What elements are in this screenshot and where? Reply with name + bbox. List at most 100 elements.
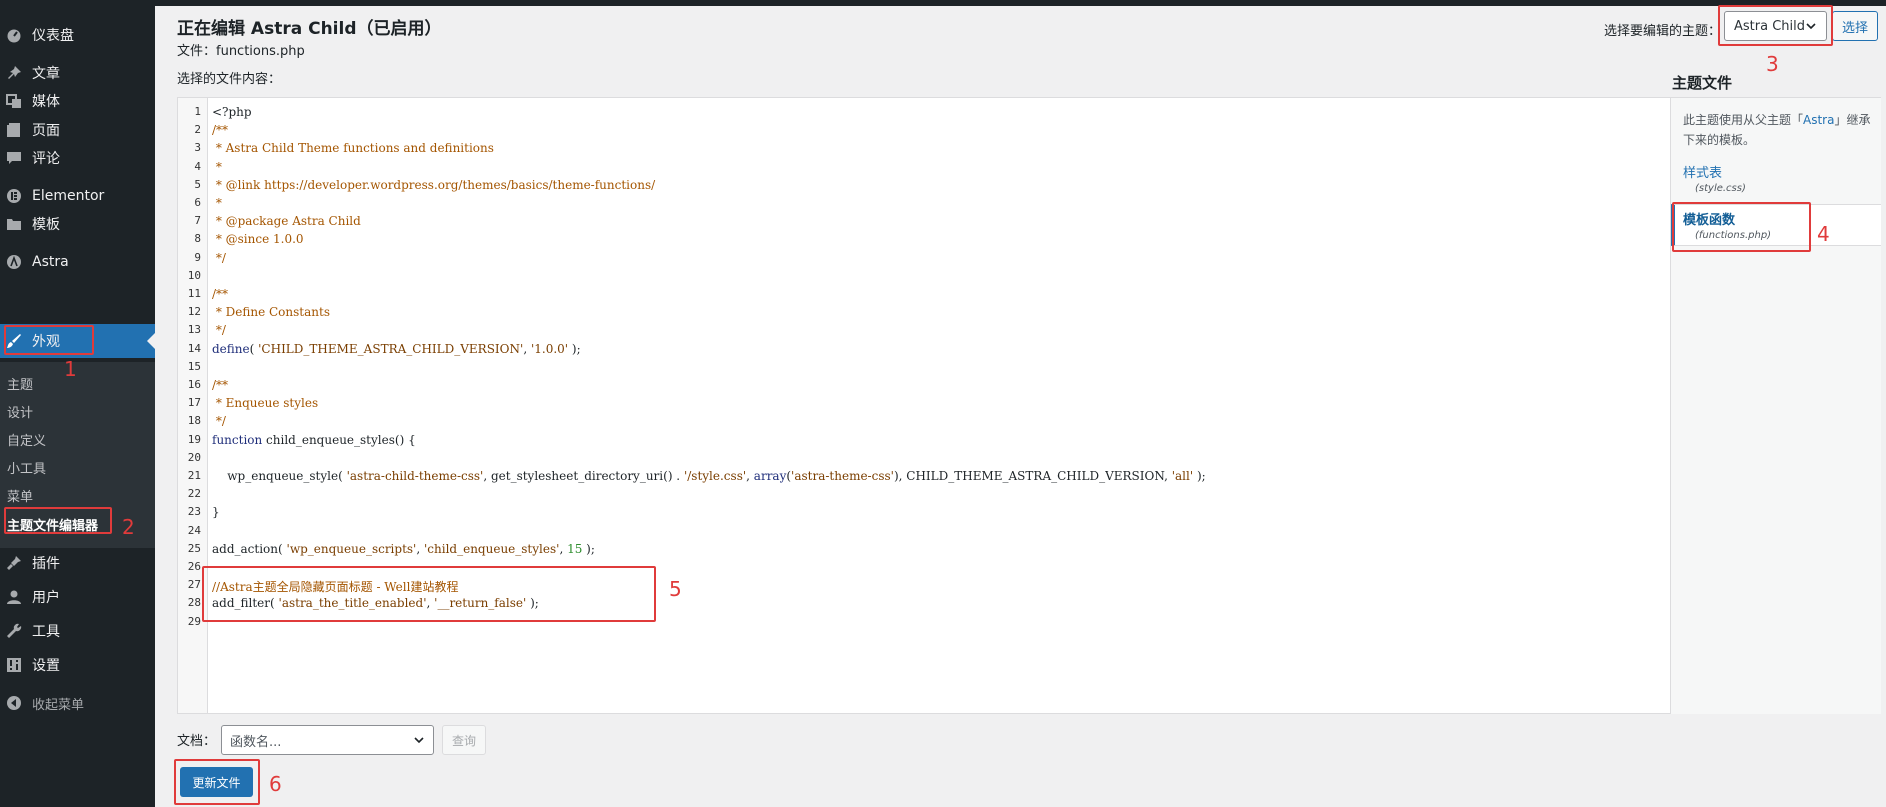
line-number: 18 [187,414,201,428]
submenu-item-design[interactable]: 设计 [7,402,33,421]
code-line[interactable]: } [212,505,220,519]
admin-sidebar: 仪表盘 文章 媒体 页面 评论 Elementor 模板 Astra 外观 主题… [0,6,155,807]
submenu-item-customize[interactable]: 自定义 [7,430,46,449]
collapse-arrow-icon [4,693,24,713]
line-number: 14 [187,341,201,355]
file-stylesheet[interactable]: 样式表 (style.css) [1671,162,1881,200]
annotation-number-3: 3 [1766,52,1779,76]
menu-astra[interactable]: Astra [0,245,155,279]
line-number: 8 [194,232,201,246]
menu-label: Elementor [32,188,105,204]
annotation-box-3 [1718,5,1833,46]
line-number: 20 [187,450,201,464]
desc-prefix: 此主题使用从父主题「 [1683,113,1804,127]
code-line[interactable]: * [212,196,222,210]
line-number: 26 [187,560,201,573]
page-icon [4,120,24,140]
theme-select-label: 选择要编辑的主题： [1604,24,1722,39]
code-line[interactable]: define( 'CHILD_THEME_ASTRA_CHILD_VERSION… [212,342,581,356]
menu-dashboard[interactable]: 仪表盘 [0,18,155,52]
annotation-number-2: 2 [122,515,135,539]
user-icon [4,587,24,607]
menu-users[interactable]: 用户 [0,580,155,614]
code-line[interactable]: * @package Astra Child [212,214,361,228]
code-line[interactable]: function child_enqueue_styles() { [212,433,416,447]
menu-templates[interactable]: 模板 [0,207,155,241]
line-number: 4 [194,159,201,173]
line-number: 11 [187,287,201,300]
annotation-box-4 [1672,202,1811,252]
annotation-number-1: 1 [64,357,77,381]
line-number: 22 [187,487,201,501]
file-path: (style.css) [1695,183,1746,194]
line-number: 10 [187,268,201,282]
menu-label: 页面 [32,123,60,139]
code-line[interactable]: * @link https://developer.wordpress.org/… [212,178,655,192]
line-number: 21 [187,469,201,482]
menu-settings[interactable]: 设置 [0,648,155,682]
media-icon [4,91,24,111]
code-line[interactable]: add_action( 'wp_enqueue_scripts', 'child… [212,542,595,556]
line-number: 16 [187,378,201,391]
annotation-box-1 [4,325,94,355]
annotation-number-4: 4 [1817,222,1830,246]
docs-function-select[interactable]: 函数名... [221,725,434,755]
code-line[interactable]: * @since 1.0.0 [212,232,304,246]
select-theme-button[interactable]: 选择 [1832,11,1878,41]
settings-icon [4,655,24,675]
line-number: 9 [194,250,201,264]
theme-files-panel: 此主题使用从父主题「Astra」继承下来的模板。 样式表 (style.css)… [1671,97,1881,714]
line-number: 27 [187,578,201,592]
elementor-icon [4,186,24,206]
docs-select-value: 函数名... [230,734,282,750]
query-button[interactable]: 查询 [442,725,486,755]
code-line[interactable]: <?php [212,105,252,119]
code-line[interactable]: * Enqueue styles [212,396,318,410]
submenu-item-themes[interactable]: 主题 [7,374,33,393]
line-number: 1 [194,105,201,118]
docs-label: 文档： [177,734,217,749]
plugin-icon [4,553,24,573]
code-line[interactable]: /** [212,123,228,137]
line-number: 29 [187,614,201,628]
code-line[interactable]: /** [212,378,228,392]
code-line[interactable]: * Define Constants [212,305,330,319]
code-line[interactable]: */ [212,323,226,337]
code-line[interactable]: * [212,160,222,174]
code-line[interactable]: wp_enqueue_style( 'astra-child-theme-css… [212,469,1205,483]
menu-label: Astra [32,254,69,270]
menu-tools[interactable]: 工具 [0,614,155,648]
parent-theme-link[interactable]: Astra [1803,113,1834,127]
menu-label: 用户 [32,590,60,606]
menu-label: 文章 [32,66,60,82]
menu-label: 仪表盘 [32,28,74,44]
wrench-icon [4,621,24,641]
line-number: 13 [187,323,201,337]
submenu-item-menus[interactable]: 菜单 [7,486,33,505]
collapse-menu-button[interactable]: 收起菜单 [0,692,155,714]
submenu-item-widgets[interactable]: 小工具 [7,458,46,477]
menu-plugins[interactable]: 插件 [0,546,155,580]
page-title: 正在编辑 Astra Child（已启用） [177,19,442,39]
annotation-number-5: 5 [669,577,682,601]
menu-label: 插件 [32,556,60,572]
admin-top-bar [0,0,1886,6]
dashboard-icon [4,25,24,45]
content-label: 选择的文件内容： [177,72,282,87]
menu-label: 评论 [32,151,60,167]
chevron-down-icon [413,734,425,750]
menu-comments[interactable]: 评论 [0,141,155,175]
code-line[interactable]: */ [212,251,226,265]
line-number: 28 [187,596,201,610]
code-line[interactable]: /** [212,287,228,301]
folder-icon [4,214,24,234]
line-number: 23 [187,505,201,519]
line-number: 15 [187,359,201,373]
code-line[interactable]: * Astra Child Theme functions and defini… [212,141,494,155]
line-number: 12 [187,305,201,319]
code-line[interactable]: */ [212,414,226,428]
annotation-box-5 [202,566,656,622]
pin-icon [4,63,24,83]
line-number: 7 [194,214,201,228]
line-number: 5 [194,177,201,191]
